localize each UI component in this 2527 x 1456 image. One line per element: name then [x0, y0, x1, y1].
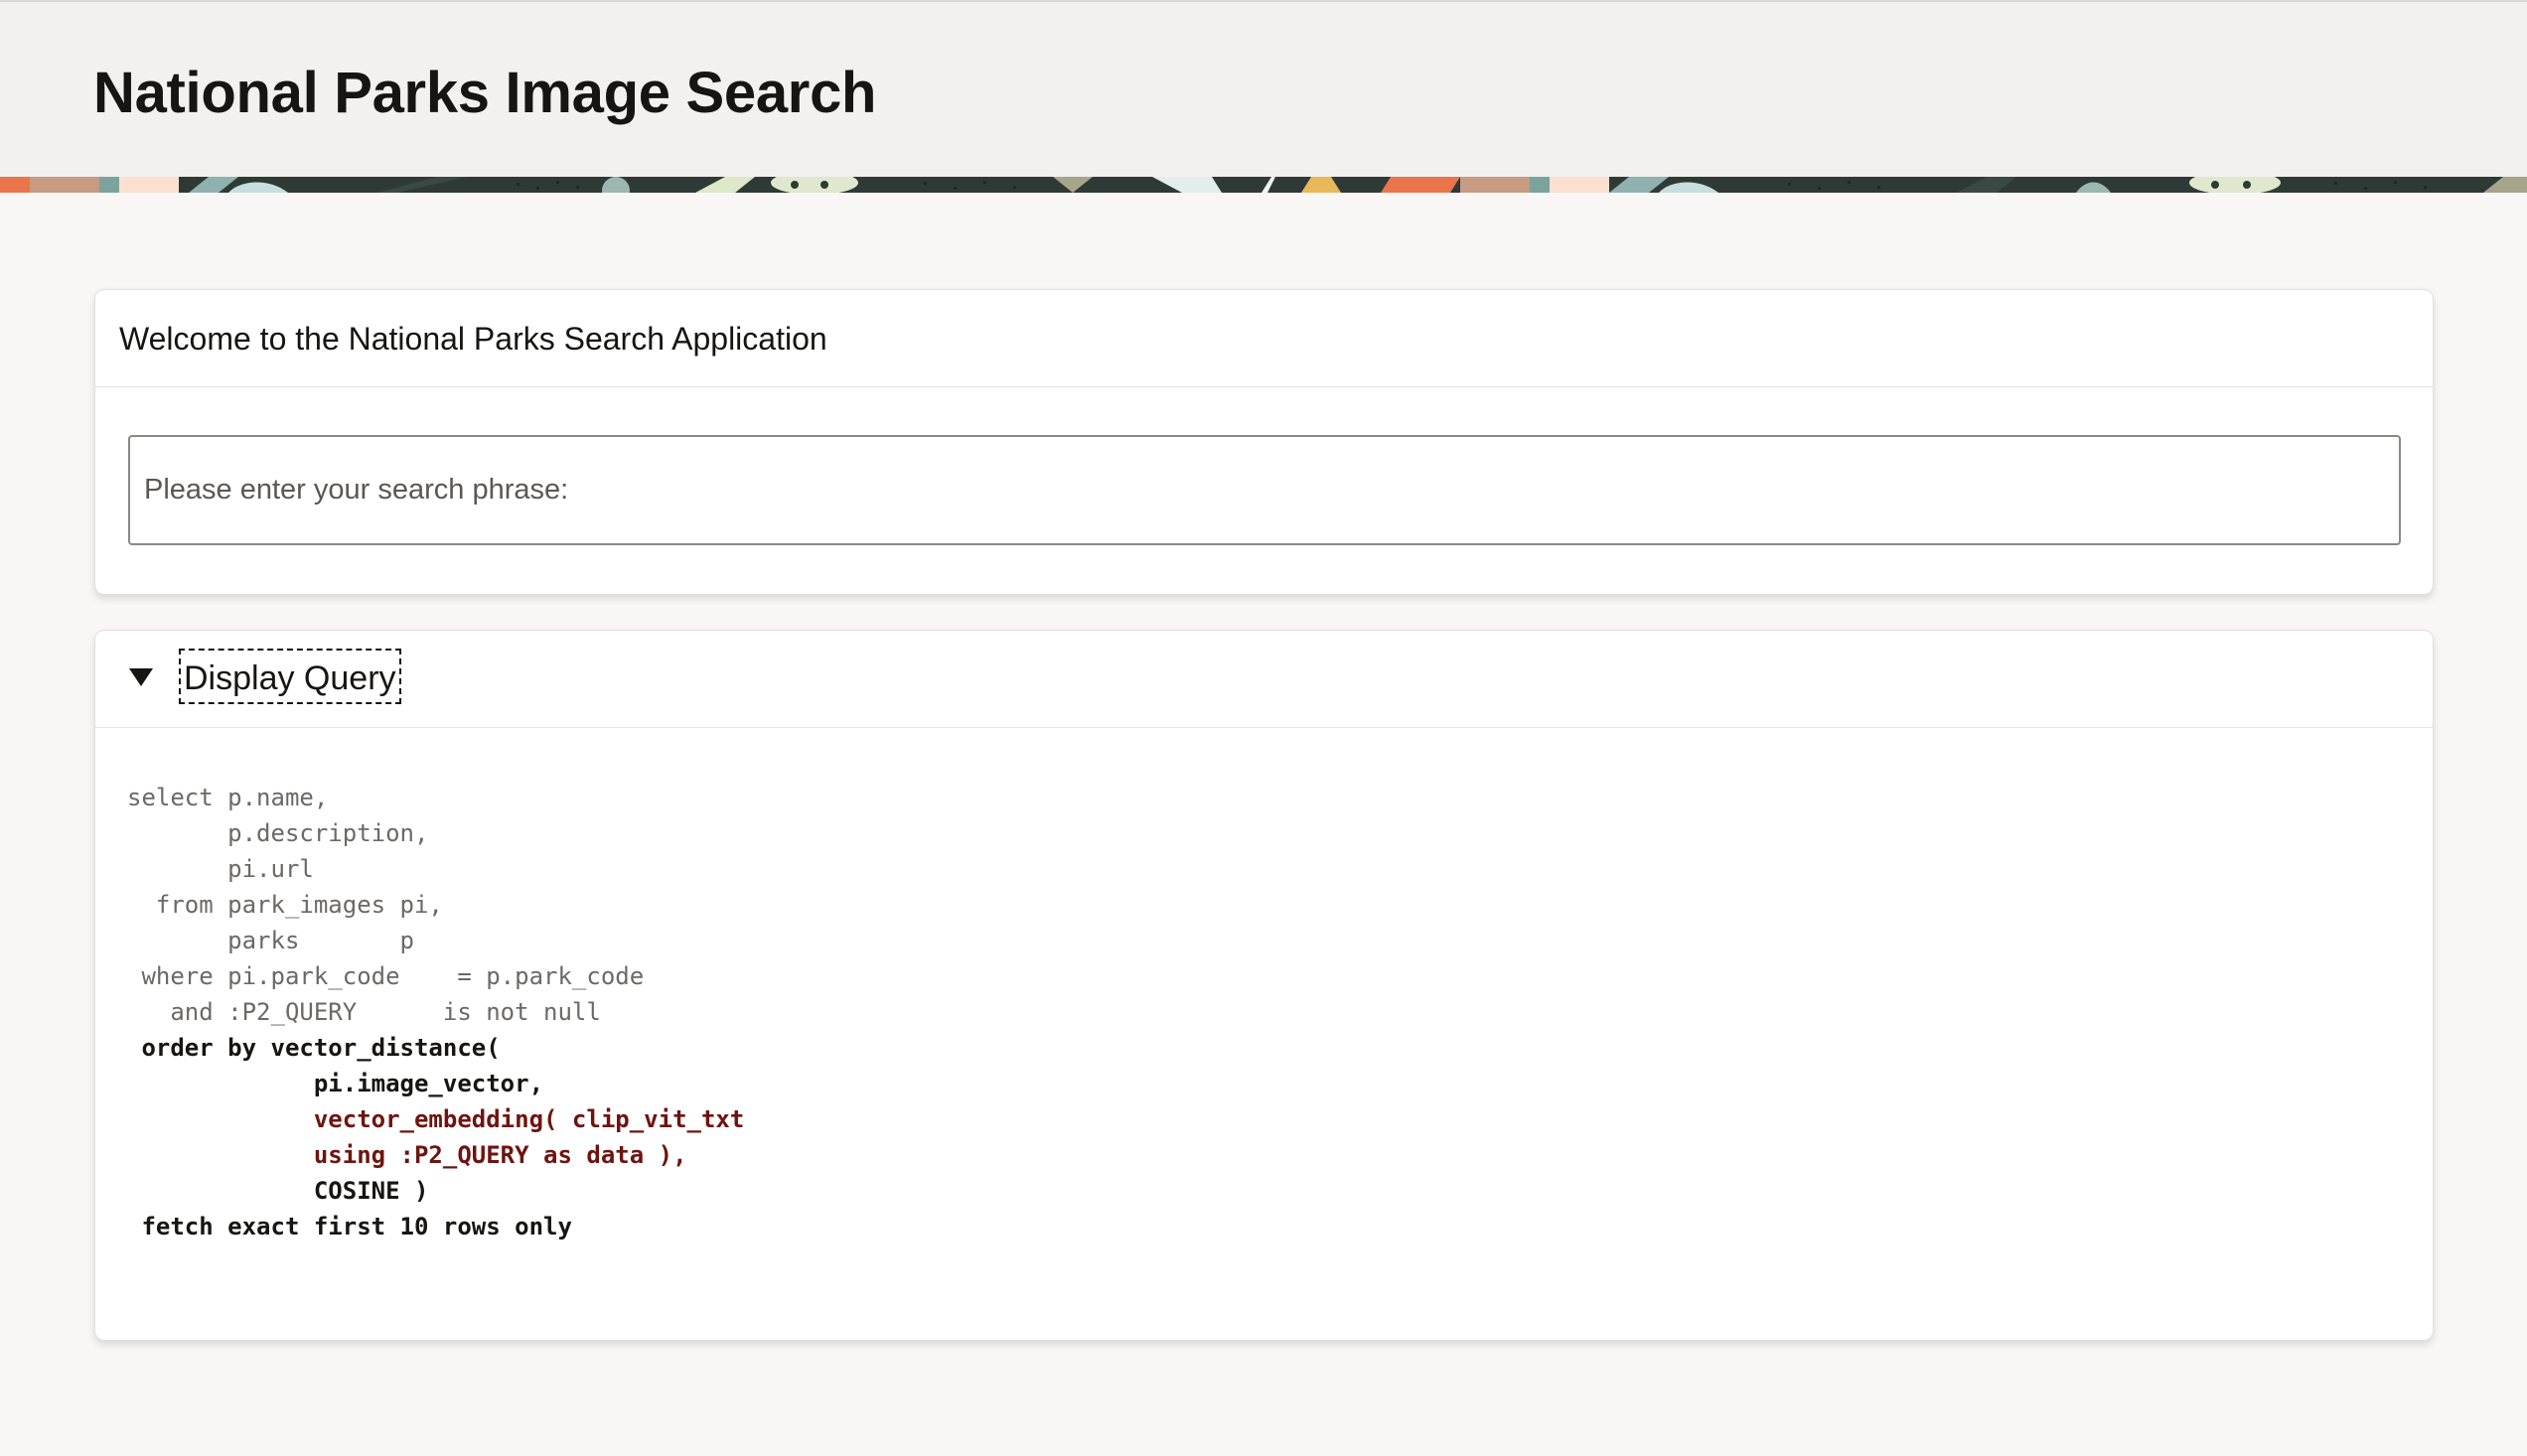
page: National Parks Image Search Welcome to t… [0, 0, 2527, 1456]
caret-down-icon[interactable] [129, 668, 153, 686]
query-region-header[interactable]: Display Query [95, 631, 2433, 728]
welcome-region-header: Welcome to the National Parks Search App… [95, 290, 2433, 387]
code-line: pi.url [127, 855, 314, 883]
search-field[interactable] [128, 435, 2401, 545]
decorative-banner [0, 177, 2527, 193]
banner-pattern-icon [0, 177, 2527, 193]
code-line: using :P2_QUERY as data ), [127, 1141, 687, 1169]
query-region: Display Query select p.name, p.descripti… [94, 630, 2434, 1341]
code-line: select p.name, [127, 784, 329, 811]
welcome-region: Welcome to the National Parks Search App… [94, 289, 2434, 595]
code-line: and :P2_QUERY is not null [127, 998, 601, 1026]
code-line: fetch exact first 10 rows only [127, 1213, 572, 1240]
code-line: parks p [127, 927, 414, 954]
code-line: pi.image_vector, [127, 1070, 544, 1097]
search-input[interactable] [130, 437, 2399, 543]
code-line: vector_embedding( clip_vit_txt [127, 1105, 745, 1133]
code-line: where pi.park_code = p.park_code [127, 962, 645, 990]
app-title: National Parks Image Search [93, 61, 877, 125]
code-line: from park_images pi, [127, 891, 443, 919]
code-line: p.description, [127, 819, 429, 847]
code-line: COSINE ) [127, 1177, 429, 1205]
welcome-region-title: Welcome to the National Parks Search App… [119, 321, 827, 357]
code-line: order by vector_distance( [127, 1034, 501, 1062]
display-query-toggle[interactable]: Display Query [179, 649, 401, 704]
sql-query-code: select p.name, p.description, pi.url fro… [127, 780, 744, 1244]
app-header: National Parks Image Search [0, 0, 2527, 177]
